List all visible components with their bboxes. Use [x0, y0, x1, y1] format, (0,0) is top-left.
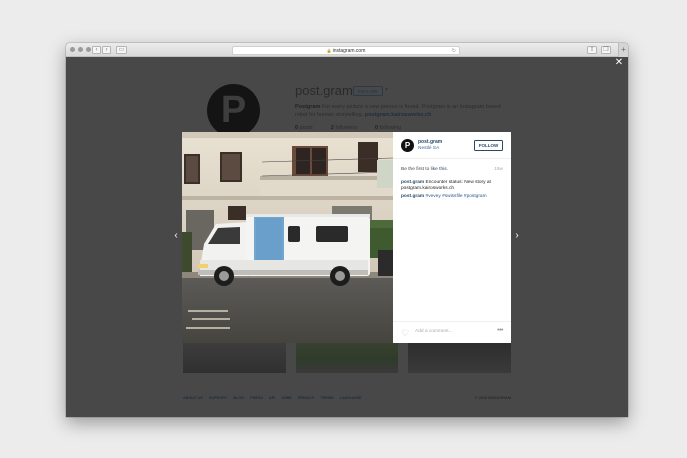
hashtags-username[interactable]: post.gram	[401, 194, 424, 199]
sidebar-icon[interactable]: ▭	[116, 46, 127, 54]
address-bar[interactable]: 🔒instagram.com ↻	[232, 45, 460, 56]
post-thumbnail[interactable]	[295, 340, 399, 373]
new-tab-button[interactable]: +	[618, 43, 628, 57]
post-caption: post.gram Encounter status: New story at…	[401, 180, 505, 193]
browser-titlebar: ‹ › ▭ 🔒instagram.com ↻ ⇧ ❐ +	[66, 43, 628, 57]
profile-bio: Postgram For every picture a new person …	[295, 103, 505, 119]
comment-input[interactable]: Add a comment...	[415, 329, 453, 334]
heart-icon[interactable]: ♡	[401, 328, 411, 338]
post-modal: P post.gram Nestlé SA FOLLOW Be the firs…	[182, 132, 511, 343]
instagram-page: P post.gram FOLLOW ▾ Postgram For every …	[66, 57, 628, 417]
reload-icon[interactable]: ↻	[452, 47, 456, 56]
more-options-icon[interactable]: •••	[497, 327, 503, 334]
url-text: instagram.com	[332, 47, 366, 54]
dropdown-caret-icon[interactable]: ▾	[385, 86, 388, 93]
footer-links: ABOUT US SUPPORT BLOG PRESS API JOBS PRI…	[183, 396, 361, 400]
post-hashtags: post.gram #vevey #swissfile #postgram	[401, 194, 487, 199]
likes-line: Be the first to like this.	[401, 167, 448, 172]
profile-stats: 6 posts 2 followers 0 following	[295, 125, 401, 131]
page-footer: ABOUT US SUPPORT BLOG PRESS API JOBS PRI…	[183, 396, 511, 400]
post-thumbnail[interactable]	[408, 340, 512, 373]
footer-link-terms[interactable]: TERMS	[320, 396, 333, 400]
zoom-window-button[interactable]	[86, 47, 91, 52]
comment-bar: ♡ Add a comment... •••	[393, 321, 511, 343]
post-timestamp: 15w	[494, 167, 503, 172]
camper-van-photo	[182, 132, 393, 343]
tabs-overview-icon[interactable]: ❐	[601, 46, 611, 54]
post-author-avatar[interactable]: P	[401, 139, 414, 152]
close-window-button[interactable]	[70, 47, 75, 52]
footer-link-language[interactable]: LANGUAGE	[340, 396, 362, 400]
likes-prefix: Be the first to	[401, 167, 431, 172]
stat-posts: 6 posts	[295, 125, 313, 131]
like-this-link[interactable]: like this.	[431, 167, 448, 172]
footer-link-blog[interactable]: BLOG	[233, 396, 244, 400]
minimize-window-button[interactable]	[78, 47, 83, 52]
post-location[interactable]: Nestlé SA	[418, 146, 439, 151]
back-button[interactable]: ‹	[92, 46, 101, 54]
post-photo[interactable]	[182, 132, 393, 343]
previous-post-arrow-icon[interactable]: ‹	[171, 230, 181, 242]
footer-link-support[interactable]: SUPPORT	[209, 396, 227, 400]
footer-link-press[interactable]: PRESS	[250, 396, 263, 400]
copyright: © 2015 INSTAGRAM	[474, 396, 511, 400]
follow-button[interactable]: FOLLOW	[474, 140, 503, 151]
browser-window: ‹ › ▭ 🔒instagram.com ↻ ⇧ ❐ + P post.gram…	[66, 43, 628, 417]
profile-follow-button[interactable]: FOLLOW	[353, 86, 383, 96]
bio-website-link[interactable]: postgram.kairosworks.ch	[365, 112, 432, 118]
footer-link-privacy[interactable]: PRIVACY	[298, 396, 315, 400]
footer-link-jobs[interactable]: JOBS	[281, 396, 291, 400]
modal-close-icon[interactable]: ✕	[614, 58, 624, 68]
footer-link-about[interactable]: ABOUT US	[183, 396, 203, 400]
post-author-username[interactable]: post.gram	[418, 139, 442, 145]
next-post-arrow-icon[interactable]: ›	[512, 230, 522, 242]
post-thumbnail[interactable]	[183, 340, 286, 373]
share-icon[interactable]: ⇧	[587, 46, 597, 54]
bio-name: Postgram	[295, 104, 321, 110]
stat-followers[interactable]: 2 followers	[331, 125, 357, 131]
post-details-panel: P post.gram Nestlé SA FOLLOW Be the firs…	[393, 132, 511, 343]
window-controls	[70, 47, 91, 52]
hashtags-text[interactable]: #vevey #swissfile #postgram	[424, 194, 487, 199]
stat-following[interactable]: 0 following	[375, 125, 401, 131]
post-header: P post.gram Nestlé SA FOLLOW	[393, 132, 511, 159]
forward-button[interactable]: ›	[102, 46, 111, 54]
post-grid	[183, 340, 512, 373]
footer-link-api[interactable]: API	[269, 396, 275, 400]
lock-icon: 🔒	[326, 47, 332, 53]
caption-username[interactable]: post.gram	[401, 180, 424, 185]
profile-avatar: P	[207, 84, 260, 137]
profile-username: post.gram	[295, 83, 353, 98]
